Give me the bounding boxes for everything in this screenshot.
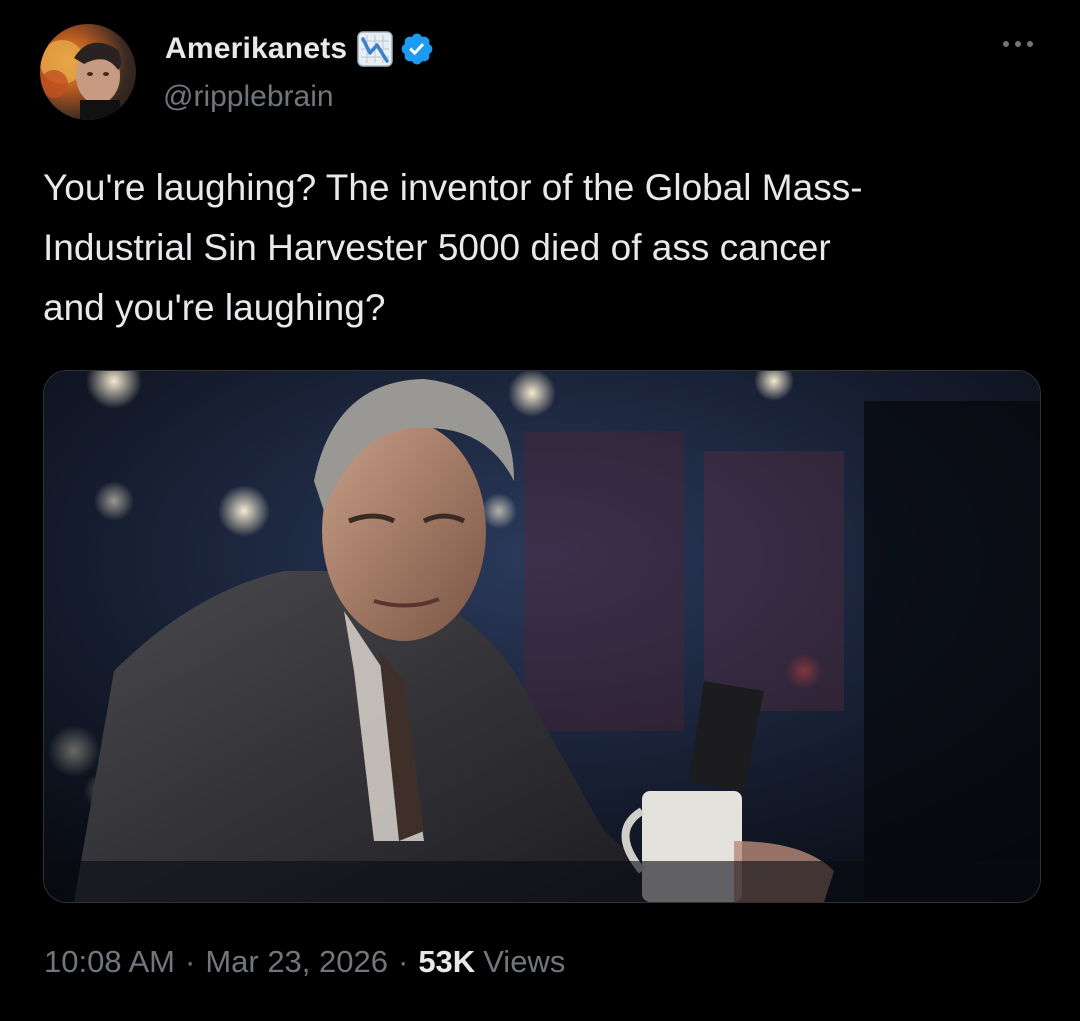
verified-badge-icon[interactable]	[399, 31, 435, 67]
views-count[interactable]: 53K	[418, 944, 475, 980]
tweet-date[interactable]: Mar 23, 2026	[205, 944, 388, 980]
meta-separator: ·	[184, 944, 196, 979]
photo-image	[44, 371, 1040, 902]
more-options-icon[interactable]	[1000, 34, 1036, 54]
author-handle[interactable]: @ripplebrain	[163, 80, 334, 114]
meta-separator: ·	[397, 944, 409, 979]
tweet-metadata: 10:08 AM · Mar 23, 2026 · 53K Views	[44, 944, 565, 980]
author-name-row[interactable]: Amerikanets	[165, 28, 435, 70]
tweet-photo[interactable]	[43, 370, 1041, 903]
views-label: Views	[483, 944, 566, 979]
tweet-text: You're laughing? The inventor of the Glo…	[43, 167, 863, 328]
display-name[interactable]: Amerikanets	[165, 32, 347, 66]
avatar-image	[40, 40, 121, 120]
tweet-time[interactable]: 10:08 AM	[44, 944, 175, 980]
chart-decreasing-icon	[357, 31, 394, 67]
avatar[interactable]	[40, 24, 136, 120]
